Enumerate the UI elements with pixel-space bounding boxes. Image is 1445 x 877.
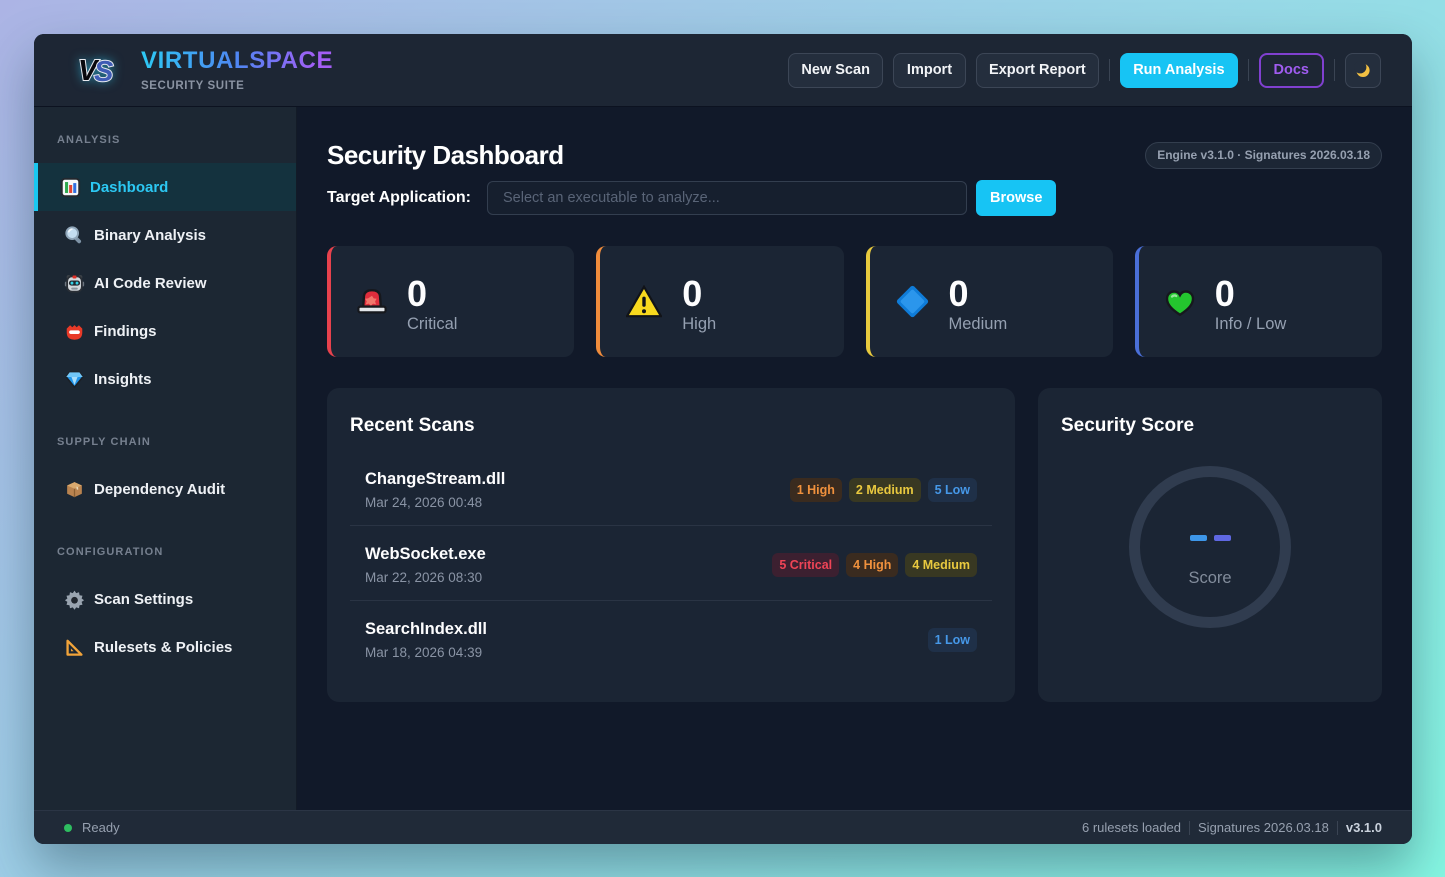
svg-text:S: S [94,56,114,86]
